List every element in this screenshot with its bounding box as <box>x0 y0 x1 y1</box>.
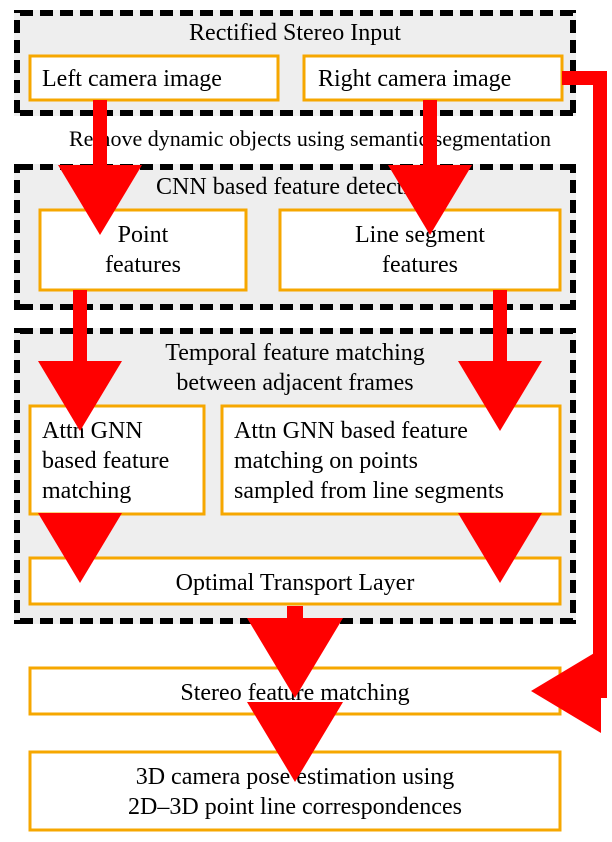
node-optimal-transport: Optimal Transport Layer <box>30 558 560 604</box>
node-right-camera-label: Right camera image <box>318 66 511 92</box>
node-left-camera-label: Left camera image <box>42 66 222 92</box>
node-gnn-points-l2: based feature <box>42 448 169 474</box>
section-temporal-matching: Temporal feature matching between adjace… <box>14 328 576 624</box>
node-line-features-l1: Line segment <box>355 222 485 248</box>
section-temporal-title-l1: Temporal feature matching <box>165 340 425 366</box>
node-pose-estimation-l1: 3D camera pose estimation using <box>136 764 455 790</box>
node-gnn-points: Attn GNN based feature matching <box>30 406 204 514</box>
node-gnn-lines-l1: Attn GNN based feature <box>234 418 468 444</box>
node-gnn-points-l3: matching <box>42 478 131 504</box>
node-left-camera: Left camera image <box>30 56 278 100</box>
node-gnn-lines: Attn GNN based feature matching on point… <box>222 406 560 514</box>
section-featdet-title: CNN based feature detection <box>156 174 434 200</box>
node-gnn-lines-l3: sampled from line segments <box>234 478 504 504</box>
node-pose-estimation: 3D camera pose estimation using 2D–3D po… <box>30 752 560 830</box>
section-temporal-title-l2: between adjacent frames <box>176 370 413 396</box>
node-line-features: Line segment features <box>280 210 560 290</box>
node-right-camera: Right camera image <box>304 56 562 100</box>
node-line-features-l2: features <box>382 252 458 278</box>
section-input-title: Rectified Stereo Input <box>189 20 401 46</box>
pipeline-diagram: Rectified Stereo Input Left camera image… <box>0 0 612 842</box>
node-point-features-l1: Point <box>118 222 169 248</box>
node-gnn-lines-l2: matching on points <box>234 448 418 474</box>
node-optimal-transport-label: Optimal Transport Layer <box>176 570 415 596</box>
node-point-features: Point features <box>40 210 246 290</box>
annotation-remove-dynamic: Remove dynamic objects using semantic se… <box>69 126 551 151</box>
node-point-features-l2: features <box>105 252 181 278</box>
node-pose-estimation-l2: 2D–3D point line correspondences <box>128 794 462 820</box>
node-stereo-matching: Stereo feature matching <box>30 668 560 714</box>
node-gnn-points-l1: Attn GNN <box>42 418 143 444</box>
node-stereo-matching-label: Stereo feature matching <box>180 680 409 706</box>
